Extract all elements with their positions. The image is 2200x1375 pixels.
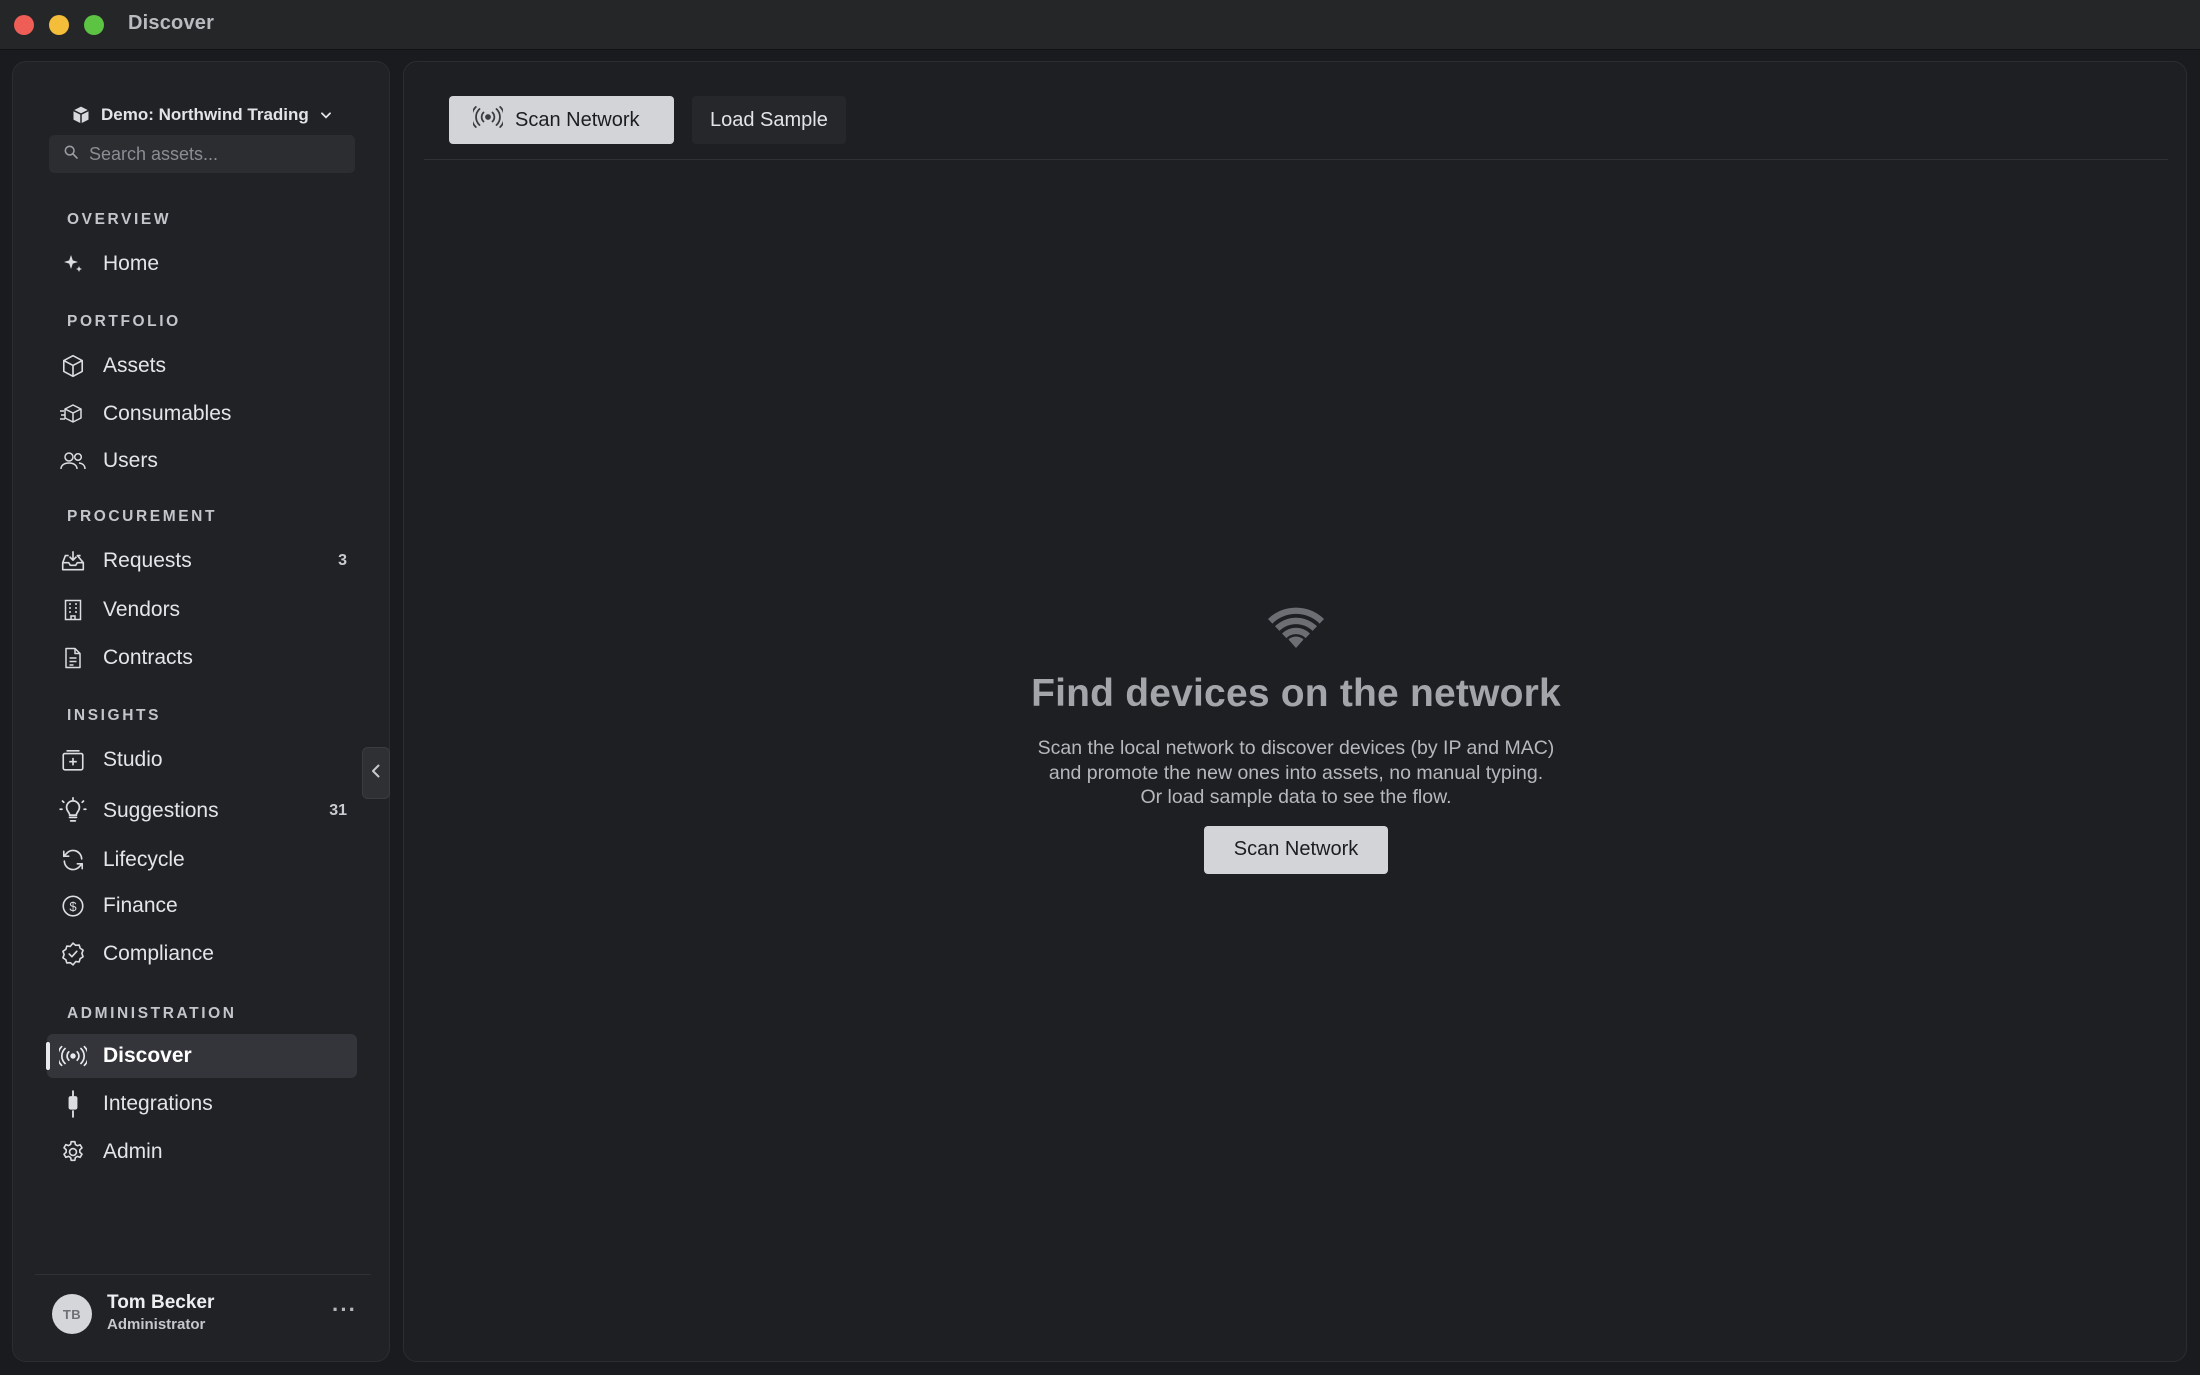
sidebar-item-label: Contracts [103,646,193,669]
sidebar-item-lifecycle[interactable]: Lifecycle [47,838,357,882]
suggestions-count-badge: 31 [329,802,347,819]
empty-state-title: Find devices on the network [1031,672,1561,715]
user-profile[interactable]: TB Tom Becker Administrator ··· [35,1274,371,1346]
studio-icon [59,746,87,774]
sidebar-item-label: Compliance [103,942,214,965]
broadcast-icon [470,106,506,134]
search-box[interactable] [49,135,355,173]
sidebar-item-label: Consumables [103,402,232,425]
search-icon [63,144,79,165]
dollar-circle-icon: $ [59,892,87,920]
section-insights: INSIGHTS [67,707,162,724]
load-sample-label: Load Sample [710,108,828,131]
window-title: Discover [128,12,215,34]
building-icon [59,596,87,624]
more-options-button[interactable]: ··· [332,1297,357,1323]
inbox-tray-icon [59,547,87,575]
sidebar-item-vendors[interactable]: Vendors [47,588,357,632]
lightbulb-icon [59,797,87,825]
description-line: Or load sample data to see the flow. [1140,786,1452,808]
sidebar-item-studio[interactable]: Studio [47,738,357,782]
sidebar: Demo: Northwind Trading OVERVIEW Home PO… [12,61,390,1362]
avatar: TB [52,1294,92,1334]
sidebar-item-label: Suggestions [103,799,219,822]
minimize-window-button[interactable] [49,15,69,35]
sidebar-item-label: Home [103,252,160,275]
sidebar-item-label: Lifecycle [103,848,185,871]
zoom-window-button[interactable] [84,15,104,35]
gear-icon [59,1138,87,1166]
main-panel: Scan Network Load Sample Find devices on… [403,61,2187,1362]
description-line: and promote the new ones into assets, no… [1048,761,1544,784]
chevron-left-icon [370,763,382,784]
section-procurement: PROCUREMENT [67,508,218,525]
scan-network-cta-label: Scan Network [1233,838,1359,860]
sidebar-item-discover[interactable]: Discover [46,1034,357,1078]
section-overview: OVERVIEW [67,211,172,228]
document-icon [59,644,87,672]
org-name: Demo: Northwind Trading [101,105,309,124]
toolbar-divider [424,159,2168,160]
sidebar-item-home[interactable]: Home [47,242,357,286]
sidebar-item-suggestions[interactable]: Suggestions 31 [47,789,357,833]
sparkle-icon [59,250,87,278]
sidebar-item-admin[interactable]: Admin [47,1130,357,1174]
sidebar-item-label: Admin [103,1140,163,1163]
chevron-down-icon [319,108,333,122]
user-name: Tom Becker [107,1292,215,1313]
collapse-sidebar-button[interactable] [362,747,390,799]
sidebar-item-contracts[interactable]: Contracts [47,636,357,680]
refresh-cycle-icon [59,846,87,874]
box-icon [59,352,87,380]
search-input[interactable] [89,143,339,165]
wifi-icon [404,602,2188,650]
sidebar-item-requests[interactable]: Requests 3 [47,539,357,583]
empty-state: Find devices on the network Scan the loc… [404,602,2188,874]
sidebar-item-label: Finance [103,894,178,917]
sidebar-item-finance[interactable]: $ Finance [47,884,357,928]
sidebar-item-label: Vendors [103,598,181,621]
load-sample-button[interactable]: Load Sample [692,96,846,144]
badge-check-icon [59,940,87,968]
svg-text:$: $ [69,899,77,914]
section-portfolio: PORTFOLIO [67,313,181,330]
sidebar-item-integrations[interactable]: Integrations [47,1082,357,1126]
sidebar-item-label: Requests [103,549,192,572]
empty-state-description: Scan the local network to discover devic… [404,736,2188,810]
scan-network-cta-button[interactable]: Scan Network [1204,825,1388,874]
sidebar-item-compliance[interactable]: Compliance [47,932,357,976]
broadcast-icon [59,1042,87,1070]
org-switcher[interactable]: Demo: Northwind Trading [71,98,333,132]
user-role: Administrator [107,1316,206,1333]
plug-icon [59,1090,87,1118]
description-line: Scan the local network to discover devic… [1037,737,1555,759]
sidebar-item-consumables[interactable]: Consumables [47,392,357,436]
sidebar-item-label: Users [103,449,158,472]
users-icon [59,447,87,475]
toolbar: Scan Network Load Sample [449,96,846,144]
section-administration: ADMINISTRATION [67,1005,237,1022]
sidebar-item-assets[interactable]: Assets [47,344,357,388]
sidebar-item-label: Discover [103,1044,192,1067]
package-icon [59,400,87,428]
cube-icon [71,105,91,125]
sidebar-item-label: Integrations [103,1092,213,1115]
requests-count-badge: 3 [338,552,347,569]
scan-network-button[interactable]: Scan Network [449,96,674,144]
sidebar-item-label: Studio [103,748,163,771]
title-bar: Discover [0,0,2200,50]
sidebar-item-label: Assets [103,354,167,377]
close-window-button[interactable] [14,15,34,35]
scan-network-label: Scan Network [515,108,640,131]
sidebar-item-users[interactable]: Users [47,439,357,483]
